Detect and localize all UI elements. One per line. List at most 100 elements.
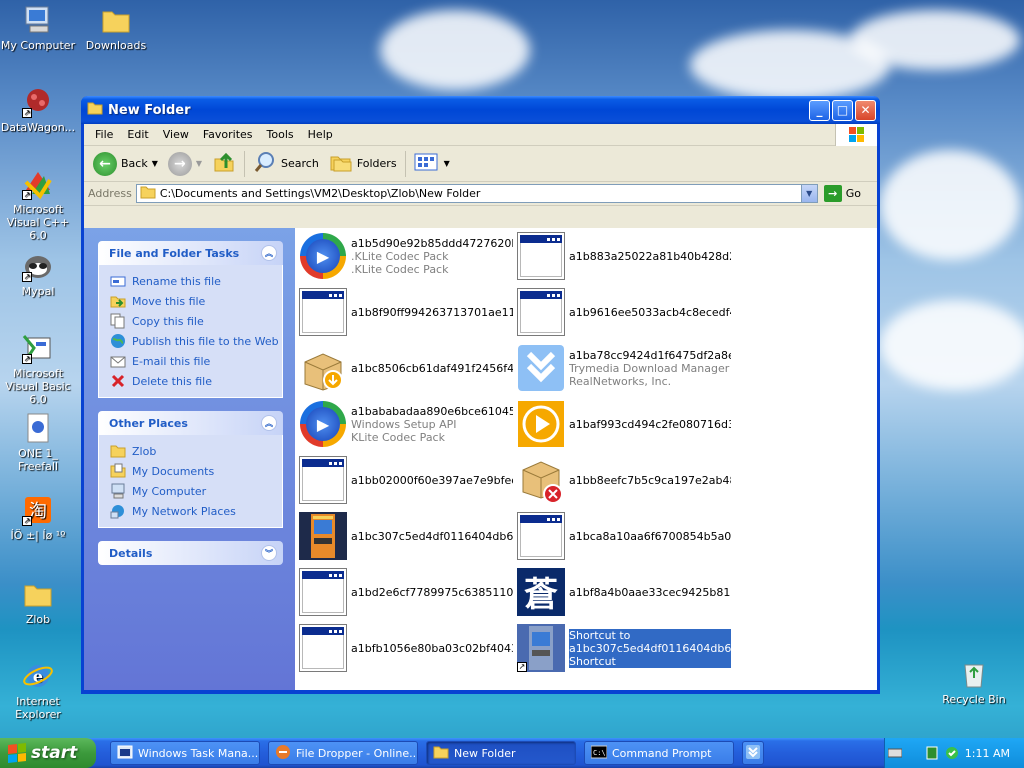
desktop-icon-internet-explorer[interactable]: e Internet Explorer: [0, 660, 78, 721]
file-item[interactable]: a1b9616ee5033acb4c8ecedf4...: [517, 288, 735, 336]
taskbar-item-file-dropper[interactable]: File Dropper - Online...: [268, 741, 418, 765]
file-item[interactable]: 蒼 a1bf8a4b0aae33cec9425b816...: [517, 568, 735, 616]
other-places-panel: Other Places ︽ Zlob My Documents My Comp…: [98, 411, 283, 528]
window-app-icon: [299, 568, 347, 616]
file-item[interactable]: ↗ Shortcut to a1bc307c5ed4df0116404db65...…: [517, 624, 735, 672]
menu-view[interactable]: View: [156, 128, 196, 141]
kanji-glyph: 蒼: [524, 575, 558, 615]
tray-green-icon[interactable]: [925, 746, 939, 760]
task-email[interactable]: E-mail this file: [110, 351, 282, 371]
menu-help[interactable]: Help: [301, 128, 340, 141]
desktop-icon-taobao[interactable]: 淘 ↗ ÍÖ ±| Íø ¹º: [0, 494, 78, 542]
file-item[interactable]: ▶a1bababadaa890e6bce610451d...Windows Se…: [299, 400, 517, 448]
panel-header[interactable]: Other Places ︽: [98, 411, 283, 435]
chevron-down-icon[interactable]: ▼: [152, 159, 158, 168]
file-item[interactable]: a1bfb1056e80ba03c02bf4043...: [299, 624, 517, 672]
file-name: a1bb8eefc7b5c9ca197e2ab48...: [569, 473, 731, 487]
file-name: a1b883a25022a81b40b428d2...: [569, 249, 731, 263]
network-status-icon[interactable]: [945, 746, 959, 760]
cloud: [380, 10, 530, 90]
desktop-icon-downloads[interactable]: Downloads: [76, 4, 156, 52]
desktop-icon-visual-cpp[interactable]: ↗ Microsoft Visual C++ 6.0: [0, 168, 78, 242]
back-button[interactable]: ← Back ▼: [88, 151, 163, 176]
file-item[interactable]: a1bc307c5ed4df0116404db65...: [299, 512, 517, 560]
go-button[interactable]: → Go: [818, 185, 877, 202]
desktop-icon-one-freefall[interactable]: ONE 1_ Freefall: [0, 412, 78, 473]
close-button[interactable]: ✕: [855, 99, 876, 121]
download-manager-icon: [746, 744, 760, 762]
views-button[interactable]: ▼: [409, 152, 455, 175]
taskbar-item-command-prompt[interactable]: C:\ Command Prompt: [584, 741, 734, 765]
file-item[interactable]: a1bc8506cb61daf491f2456f4...: [299, 344, 517, 392]
menu-edit[interactable]: Edit: [120, 128, 155, 141]
window-app-icon: [299, 456, 347, 504]
chevron-up-icon[interactable]: ︽: [261, 415, 277, 431]
panel-header[interactable]: File and Folder Tasks ︽: [98, 241, 283, 265]
forward-button[interactable]: → ▼: [163, 151, 207, 176]
task-manager-icon: [117, 745, 133, 762]
raccoon-icon: ↗: [22, 250, 54, 282]
task-move[interactable]: Move this file: [110, 291, 282, 311]
explorer-window[interactable]: New Folder _ □ ✕ File Edit View Favorite…: [81, 96, 880, 694]
window-titlebar[interactable]: New Folder _ □ ✕: [81, 96, 880, 124]
explorer-body: File and Folder Tasks ︽ Rename this file…: [84, 228, 877, 690]
file-item[interactable]: a1b8f90ff994263713701ae11...: [299, 288, 517, 336]
taskbar-item-task-manager[interactable]: Windows Task Mana...: [110, 741, 260, 765]
go-arrow-icon: →: [823, 185, 842, 202]
panel-header[interactable]: Details ︾: [98, 541, 283, 565]
file-item[interactable]: ▶ a1b5d90e92b85ddd4727620b... .KLite Codec…: [299, 232, 517, 280]
desktop-icon-datawagon[interactable]: ↗ DataWagon...: [0, 86, 78, 134]
folder-icon: [100, 4, 132, 36]
up-folder-button[interactable]: [207, 150, 241, 177]
file-item[interactable]: a1bb8eefc7b5c9ca197e2ab48...: [517, 456, 735, 504]
place-my-documents[interactable]: My Documents: [110, 461, 282, 481]
taskbar-item-download-manager[interactable]: [742, 741, 764, 765]
chevron-up-icon[interactable]: ︽: [261, 245, 277, 261]
task-copy[interactable]: Copy this file: [110, 311, 282, 331]
window-title: New Folder: [108, 102, 191, 118]
file-item[interactable]: a1baf993cd494c2fe080716d3...: [517, 400, 735, 448]
menu-tools[interactable]: Tools: [260, 128, 301, 141]
desktop-icon-visual-basic[interactable]: ↗ Microsoft Visual Basic 6.0: [0, 332, 78, 406]
place-zlob[interactable]: Zlob: [110, 441, 282, 461]
keyboard-icon[interactable]: [887, 746, 903, 760]
start-button[interactable]: start: [0, 738, 96, 768]
desktop-icon-mypal[interactable]: ↗ Mypal: [0, 250, 78, 298]
place-my-computer[interactable]: My Computer: [110, 481, 282, 501]
place-my-network-places[interactable]: My Network Places: [110, 501, 282, 521]
file-name: a1bc8506cb61daf491f2456f4...: [351, 361, 513, 375]
file-name: a1bababadaa890e6bce610451d...: [351, 404, 513, 418]
file-item[interactable]: a1bb02000f60e397ae7e9bfed...: [299, 456, 517, 504]
task-publish[interactable]: Publish this file to the Web: [110, 331, 282, 351]
document-icon: [22, 412, 54, 444]
clock[interactable]: 1:11 AM: [965, 747, 1010, 760]
task-rename[interactable]: Rename this file: [110, 271, 282, 291]
folder-icon: [140, 185, 156, 202]
window-app-icon: [299, 288, 347, 336]
chevron-down-icon[interactable]: ︾: [261, 545, 277, 561]
minimize-icon: _: [816, 103, 823, 117]
desktop-icon-recycle-bin[interactable]: Recycle Bin: [934, 658, 1014, 706]
file-item[interactable]: a1bd2e6cf7789975c6385110a...: [299, 568, 517, 616]
address-dropdown-button[interactable]: ▼: [800, 185, 817, 202]
file-item[interactable]: a1b883a25022a81b40b428d2...: [517, 232, 735, 280]
desktop-icon-zlob[interactable]: Zlob: [0, 578, 78, 626]
maximize-button[interactable]: □: [832, 99, 853, 121]
desktop-icon-my-computer[interactable]: My Computer: [0, 4, 78, 52]
file-label: a1baf993cd494c2fe080716d3...: [569, 418, 731, 431]
minimize-button[interactable]: _: [809, 99, 830, 121]
file-item[interactable]: a1ba78cc9424d1f6475df2a8e... Trymedia Dow…: [517, 344, 735, 392]
address-label: Address: [88, 187, 132, 200]
menu-favorites[interactable]: Favorites: [196, 128, 260, 141]
chevron-down-icon[interactable]: ▼: [196, 159, 202, 168]
arcade-shortcut-icon: ↗: [517, 624, 565, 672]
file-item[interactable]: a1bca8a10aa6f6700854b5a0...: [517, 512, 735, 560]
taskbar-item-new-folder[interactable]: New Folder: [426, 741, 576, 765]
address-bar: Address C:\Documents and Settings\VM2\De…: [84, 182, 877, 206]
file-company: .KLite Codec Pack: [351, 262, 449, 276]
folders-button[interactable]: Folders: [324, 150, 402, 177]
menu-file[interactable]: File: [88, 128, 120, 141]
search-button[interactable]: Search: [248, 150, 324, 177]
task-delete[interactable]: Delete this file: [110, 371, 282, 391]
address-input[interactable]: C:\Documents and Settings\VM2\Desktop\Zl…: [135, 184, 818, 203]
